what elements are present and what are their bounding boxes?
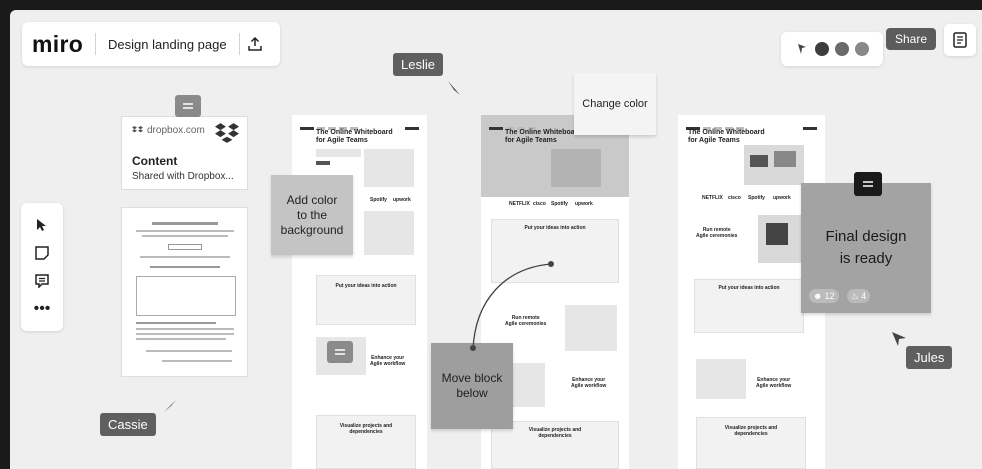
fire-reaction[interactable]: ♨ 4 [847,289,871,303]
upload-icon[interactable] [244,33,266,55]
logo-cisco: cisco [533,201,546,207]
hero-image-detail [774,151,796,167]
logo-upwork: upwork [575,201,593,207]
cursor-icon[interactable] [30,213,54,237]
section-title: Enhance your Agile workflow [571,377,607,389]
section-title: Visualize projects and dependencies [528,427,582,439]
cursor-arrow-icon [164,400,176,412]
cursor-label-cassie: Cassie [100,413,156,436]
hero-title: The Online Whiteboard for Agile Teams [316,129,393,144]
logo-upwork: upwork [393,197,411,203]
dropbox-small-icon [132,126,143,133]
comment-bubble-icon[interactable] [175,95,201,117]
fire-icon: ♨ [851,290,860,301]
section-title: Enhance your Agile workflow [756,377,792,389]
sticky-final-design[interactable]: Final design is ready ☻ 12 ♨ 4 [801,183,931,313]
board-header: miro Design landing page [22,22,280,66]
hero-title: The Online Whiteboard for Agile Teams [688,129,765,144]
cursor-label-jules: Jules [906,346,953,369]
fire-count: 4 [861,291,867,301]
avatar[interactable] [814,41,830,57]
section-title: Visualize projects and dependencies [724,425,778,437]
hero-image [551,149,601,187]
document-card[interactable] [121,207,248,377]
cursor-arrow-icon [892,332,906,346]
logo-spotify: Spotify [748,195,765,201]
connector-arrow[interactable] [465,260,555,355]
dropbox-url: dropbox.com [147,125,205,136]
hero-image [364,149,414,187]
doc-text-line [136,328,234,330]
thumbs-up-icon: ☻ [813,291,823,301]
doc-text-line [136,333,234,335]
logo-spotify: Spotify [370,197,387,203]
doc-text-line [136,322,216,324]
share-button[interactable]: Share [886,28,936,50]
notes-icon[interactable] [944,24,976,56]
doc-table [136,276,236,316]
section-title: Enhance your Agile workflow [370,355,406,367]
reactions-icon[interactable] [794,41,810,57]
doc-text-line [150,266,220,268]
section-block [565,305,617,351]
doc-text-line [162,360,232,362]
sticky-move-block[interactable]: Move block below [431,343,513,429]
comment-icon[interactable] [30,269,54,293]
comment-bubble-icon[interactable] [327,341,353,363]
cursor-label-leslie: Leslie [393,53,443,76]
section-block-detail [766,223,788,245]
dropbox-logo-icon [215,123,239,143]
dropbox-card-subtitle: Shared with Dropbox... [132,171,234,182]
logo-upwork: upwork [773,195,791,201]
collaborators-bar [781,32,883,66]
left-toolbar: ••• [21,203,63,331]
thumbs-reaction[interactable]: ☻ 12 [809,289,839,303]
section-title: Put your ideas into action [524,225,586,231]
logo-cisco: cisco [728,195,741,201]
miro-logo[interactable]: miro [32,31,95,58]
sticky-note-icon[interactable] [30,241,54,265]
doc-button [168,244,202,250]
section-title: Put your ideas into action [718,285,780,291]
thumbs-count: 12 [824,291,835,301]
dropbox-card[interactable]: dropbox.com Content Shared with Dropbox.… [121,116,248,190]
hero-image [364,211,414,255]
header-divider [238,33,240,55]
doc-text-line [142,235,228,237]
cursor-arrow-icon [448,81,460,95]
landing-frame-1[interactable]: The Online Whiteboard for Agile Teams Sp… [292,115,427,469]
logo-spotify: Spotify [551,201,568,207]
doc-text-line [140,256,230,258]
doc-text-line [136,230,234,232]
board-canvas[interactable]: miro Design landing page Share ••• dropb… [10,10,982,469]
sticky-add-color[interactable]: Add color to the background [271,175,353,255]
dropbox-card-title: Content [132,154,178,168]
section-title: Put your ideas into action [335,283,397,289]
hero-text [316,149,361,157]
sticky-change-color[interactable]: Change color [574,73,656,135]
board-name[interactable]: Design landing page [96,37,239,52]
logo-netflix: NETFLIX [509,201,530,207]
avatar[interactable] [854,41,870,57]
comment-bubble-icon[interactable] [854,172,882,196]
hero-image-detail [750,155,768,167]
doc-text-line [146,350,232,352]
doc-title-line [152,222,218,225]
section-title: Visualize projects and dependencies [339,423,393,435]
more-tools-icon[interactable]: ••• [30,297,54,321]
doc-text-line [136,338,226,340]
section-title: Run remote Agile ceremonies [696,227,738,239]
hero-title: The Online Whiteboard for Agile Teams [505,129,582,144]
dropbox-source: dropbox.com [132,125,205,136]
logo-netflix: NETFLIX [702,195,723,201]
sticky-final-design-text: Final design is ready [825,228,907,267]
avatar[interactable] [834,41,850,57]
section-block [696,359,746,399]
hero-button [316,161,330,165]
